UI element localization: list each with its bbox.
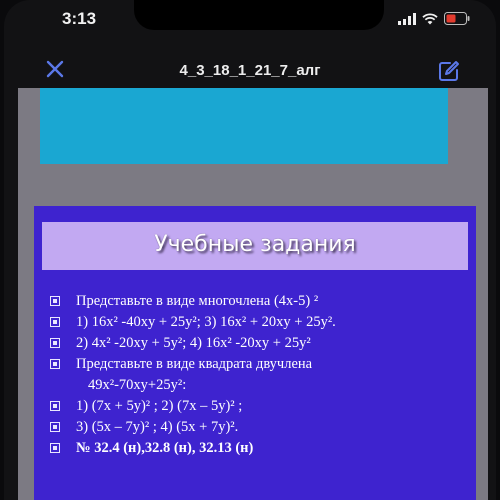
list-item: Представьте в виде многочлена (4х-5) ² (48, 292, 472, 311)
bullet-icon (50, 401, 60, 411)
bullet-icon (50, 296, 60, 306)
slide-title: Учебные задания (154, 232, 356, 257)
bullet-icon (50, 359, 60, 369)
bullet-icon (50, 443, 60, 453)
wifi-icon (422, 12, 438, 25)
list-item: 3) (5x – 7y)² ; 4) (5x + 7y)². (48, 418, 472, 437)
bullet-icon (50, 317, 60, 327)
battery-icon (444, 12, 470, 25)
signal-icon (398, 12, 416, 25)
notch (134, 0, 384, 30)
list-item: 1) (7x + 5y)² ; 2) (7x – 5y)² ; (48, 397, 472, 416)
edit-button[interactable] (436, 58, 462, 84)
status-icons (398, 12, 470, 25)
task-list: Представьте в виде многочлена (4х-5) ² 1… (48, 292, 472, 460)
status-bar: 3:13 (4, 0, 496, 40)
list-item: № 32.4 (н),32.8 (н), 32.13 (н) (48, 439, 472, 458)
document-title: 4_3_18_1_21_7_алг (179, 62, 321, 79)
list-item: Представьте в виде квадрата двучлена (48, 355, 472, 374)
list-item: 2) 4x² -20xy + 5y²; 4) 16x² -20xy + 25y² (48, 334, 472, 353)
previous-slide-banner (40, 88, 448, 164)
edit-icon (439, 61, 459, 81)
phone-screen: 3:13 4_3_18_1_21_7_алг Учебные задания П… (4, 0, 496, 500)
bullet-icon (50, 338, 60, 348)
slide: Учебные задания Представьте в виде много… (34, 206, 476, 500)
slide-header: Учебные задания (42, 222, 468, 270)
status-time: 3:13 (62, 9, 97, 28)
bullet-icon (50, 422, 60, 432)
list-item: 49x²-70xy+25y²: (88, 377, 187, 393)
document-view[interactable]: Учебные задания Представьте в виде много… (18, 88, 488, 500)
list-item: 1) 16x² -40xy + 25y²; 3) 16x² + 20xy + 2… (48, 313, 472, 332)
